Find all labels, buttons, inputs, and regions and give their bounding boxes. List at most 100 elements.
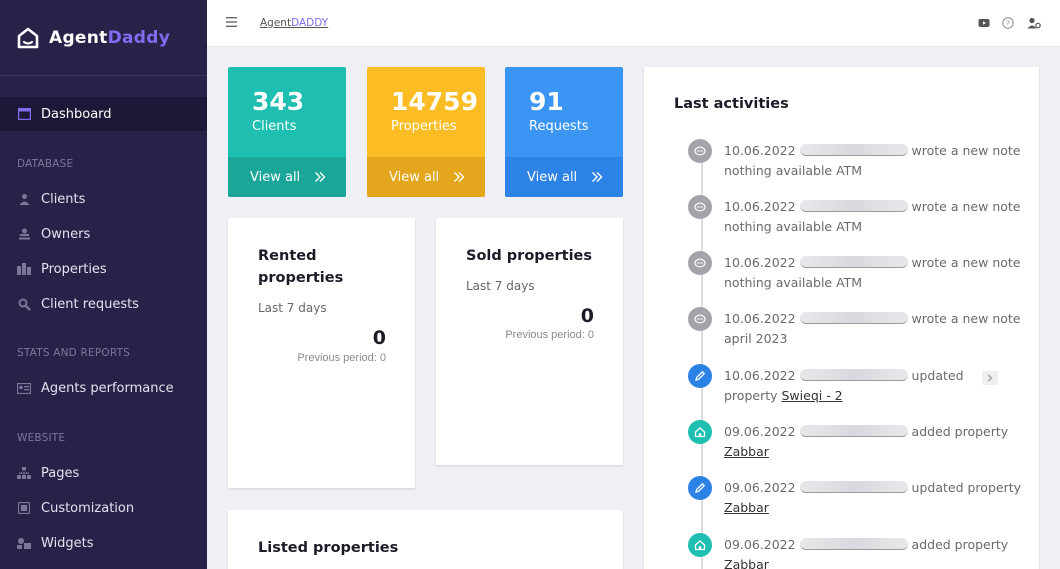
activity-text: 09.06.2022 updated property Zabbar [724,478,1024,518]
activity-action: added property [911,424,1009,439]
activity-detail: property [724,388,778,403]
redacted-user-link[interactable] [799,538,908,550]
widgets-icon [17,536,31,550]
breadcrumb-part1: Agent [260,17,292,29]
breadcrumb[interactable]: AgentDADDY [260,17,328,29]
double-chevron-right-icon [592,172,603,182]
buildings-icon [17,262,31,276]
home-icon [688,420,712,444]
sidebar-item-label: Owners [41,226,91,242]
search-icon [17,297,31,311]
sidebar-item-label: Client requests [41,296,139,312]
stat-card-clients: 343 Clients View all [228,67,346,197]
sidebar-item-clients[interactable]: Clients [0,182,207,216]
redacted-user-link[interactable] [799,312,908,324]
calendar-icon [17,107,31,121]
double-chevron-right-icon [315,172,326,182]
sidebar-item-client-requests[interactable]: Client requests [0,287,207,321]
activity-date: 09.06.2022 [724,480,796,495]
redacted-user-link[interactable] [799,144,908,156]
video-icon[interactable] [978,17,990,29]
sidebar-item-label: Customization [41,500,135,516]
sold-properties-card: Sold properties Last 7 days 0 Previous p… [436,218,623,465]
sidebar-item-owners[interactable]: Owners [0,217,207,251]
user-settings-icon[interactable] [1027,17,1041,29]
chevron-right-icon [987,374,992,382]
sidebar-item-properties[interactable]: Properties [0,252,207,286]
activity-date: 10.06.2022 [724,311,796,326]
sidebar-section-database: DATABASE [17,158,74,170]
stat-label: Clients [252,119,297,134]
rented-period: Last 7 days [258,301,327,315]
activity-date: 09.06.2022 [724,424,796,439]
sidebar-item-label: Agents performance [41,380,174,396]
activity-action: added property [911,537,1009,552]
comment-icon [688,251,712,275]
activity-text: 10.06.2022 updated property Swieqi - 2 [724,366,1024,406]
activity-date: 10.06.2022 [724,143,796,158]
activity-text: 09.06.2022 added property Zabbar [724,422,1024,462]
activity-action: wrote a new [911,143,989,158]
sidebar-item-agents-performance[interactable]: Agents performance [0,371,207,405]
sidebar-item-widgets[interactable]: Widgets [0,526,207,560]
sidebar-item-label: Properties [41,261,107,277]
sold-value: 0 [580,305,594,327]
sold-previous-period: Previous period: 0 [505,329,594,341]
activity-text: 10.06.2022 wrote a new note nothing avai… [724,253,1024,293]
rented-properties-title: Rented properties [258,248,344,286]
pencil-icon [688,364,712,388]
owner-icon [17,227,31,241]
sidebar-section-website: WEBSITE [17,432,66,444]
brand-name-part1: Agent [49,27,108,48]
stat-card-requests: 91 Requests View all [505,67,623,197]
help-icon[interactable]: ? [1002,17,1014,29]
expand-chevron-button[interactable] [981,371,998,385]
activity-action: wrote a new [911,311,989,326]
comment-icon [688,139,712,163]
menu-icon[interactable] [226,16,238,28]
stat-value: 14759 [391,87,478,116]
redacted-user-link[interactable] [799,481,908,493]
view-all-label: View all [250,169,301,185]
activity-date: 10.06.2022 [724,368,796,383]
users-icon [17,192,31,206]
view-all-properties-link[interactable]: View all [367,157,485,197]
redacted-user-link[interactable] [799,369,908,381]
activity-action: updated property [911,480,1022,495]
sold-properties-title: Sold properties [466,248,593,264]
activity-text: 10.06.2022 wrote a new note april 2023 [724,309,1024,349]
sidebar-item-pages[interactable]: Pages [0,456,207,490]
activity-action: wrote a new [911,255,989,270]
svg-text:?: ? [1006,20,1010,28]
breadcrumb-part2: DADDY [291,17,329,29]
brand[interactable]: Agent Daddy [0,0,207,76]
sidebar-item-label: Pages [41,465,80,481]
view-all-label: View all [389,169,440,185]
activity-text: 10.06.2022 wrote a new note nothing avai… [724,197,1024,237]
rented-properties-card: Rented properties Last 7 days 0 Previous… [228,218,415,488]
sidebar-item-label: Dashboard [41,106,112,122]
sidebar-item-dashboard[interactable]: Dashboard [0,97,207,131]
activity-action: updated [911,368,964,383]
property-link[interactable]: Zabbar [724,557,769,569]
redacted-user-link[interactable] [799,425,908,437]
brand-name-part2: Daddy [107,27,171,48]
last-activities-card: Last activities 10.06.2022 wrote a new n… [644,67,1039,569]
id-card-icon [17,381,31,395]
activity-text: 10.06.2022 wrote a new note nothing avai… [724,141,1024,181]
property-link[interactable]: Swieqi - 2 [782,388,843,403]
stat-value: 343 [252,87,305,116]
property-link[interactable]: Zabbar [724,444,769,459]
redacted-user-link[interactable] [799,200,908,212]
double-chevron-right-icon [454,172,465,182]
activity-date: 09.06.2022 [724,537,796,552]
last-activities-title: Last activities [674,96,789,112]
property-link[interactable]: Zabbar [724,500,769,515]
view-all-clients-link[interactable]: View all [228,157,346,197]
comment-icon [688,307,712,331]
sidebar-item-label: Widgets [41,535,94,551]
listed-properties-title: Listed properties [258,540,399,556]
view-all-requests-link[interactable]: View all [505,157,623,197]
redacted-user-link[interactable] [799,256,908,268]
sidebar-item-customization[interactable]: Customization [0,491,207,525]
